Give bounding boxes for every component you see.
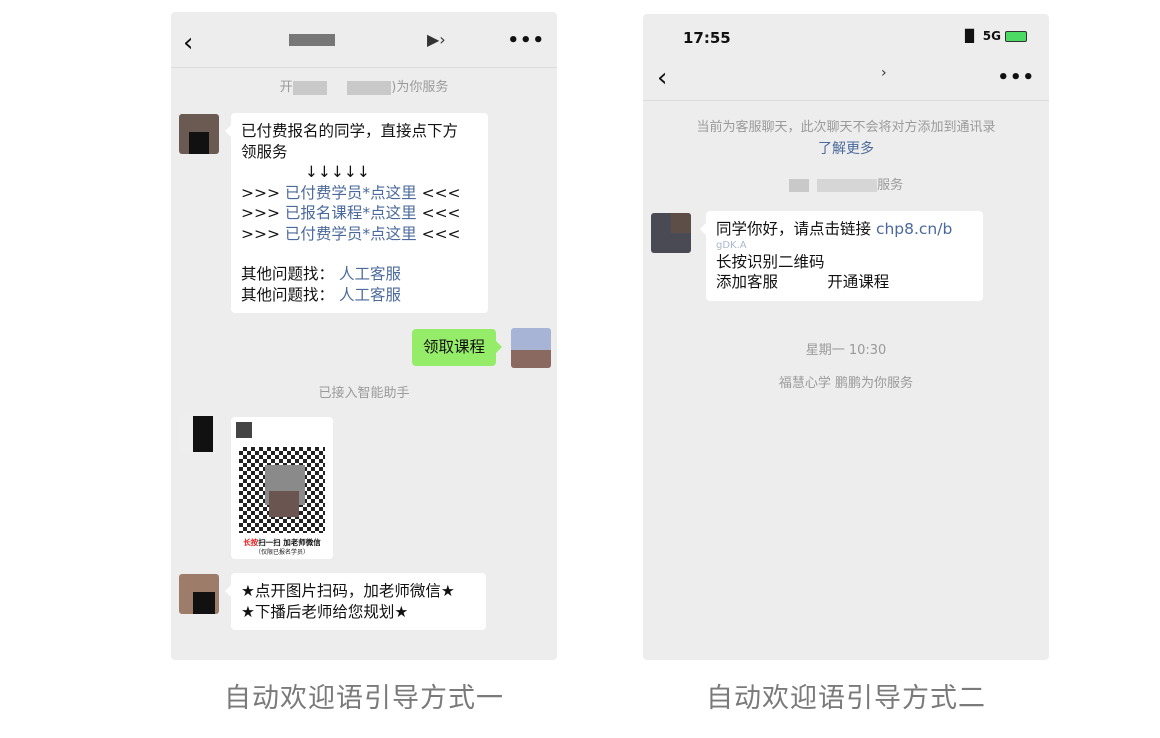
status-icons: ▐▌ 5G (960, 29, 1027, 43)
customer-service-notice: 当前为客服聊天，此次聊天不会将对方添加到通讯录 (696, 120, 996, 135)
qr-code-image[interactable]: 长按扫一扫 加老师微信 （仅限已报名学员） (231, 417, 333, 559)
chat-screen-left: ‹ ▶› ••• 开 )为你服务 已付费报名的同学，直接点下方 领服务 ↓↓↓↓… (171, 12, 557, 660)
signal-bars-icon: ▐▌ (960, 29, 979, 43)
caption-left: 自动欢迎语引导方式一 (224, 683, 504, 714)
paid-student-link[interactable]: 已付费学员*点这里 (285, 184, 417, 202)
arrows-text: ↓↓↓↓↓ (305, 163, 370, 181)
assistant-notice: 已接入智能助手 (318, 386, 410, 401)
learn-more-link[interactable]: 了解更多 (643, 138, 1049, 158)
message-text: 长按识别二维码 (716, 252, 825, 271)
battery-charging-icon (1005, 30, 1027, 42)
more-dots-icon[interactable]: ••• (507, 30, 545, 51)
service-notice: 开 )为你服务 (279, 80, 449, 95)
short-link[interactable]: chp8.cn/b (876, 220, 952, 238)
timestamp: 星期一 10:30 (805, 343, 887, 358)
other-row: 其他问题找： 人工客服 (241, 285, 401, 304)
short-link-continued[interactable]: gDK.A (716, 240, 973, 252)
reply-bubble: 领取课程 (412, 329, 503, 366)
avatar[interactable] (179, 114, 219, 154)
message-text: ★下播后老师给您规划★ (241, 602, 409, 621)
welcome-message-bubble: 已付费报名的同学，直接点下方 领服务 ↓↓↓↓↓ >>> 已付费学员*点这里 <… (225, 113, 488, 313)
reply-text: 领取课程 (423, 338, 486, 356)
service-notice: 服务 (643, 174, 1049, 193)
link-row: >>> 已报名课程*点这里 <<< (241, 204, 461, 222)
human-support-link[interactable]: 人工客服 (339, 265, 401, 283)
message-text: 同学你好，请点击链接 chp8.cn/b (716, 220, 953, 238)
paid-student-link[interactable]: 已付费学员*点这里 (285, 225, 417, 243)
message-text: 添加客服 开通课程 (716, 273, 890, 291)
redacted-title (289, 34, 335, 46)
more-dots-icon[interactable]: ••• (997, 67, 1035, 88)
message-text: 领服务 (241, 142, 288, 161)
chat-nav-bar: ‹ › ••• (643, 57, 1049, 101)
chat-nav-bar: ‹ ▶› ••• (171, 12, 557, 68)
message-text: 已付费报名的同学，直接点下方 (241, 122, 459, 140)
avatar[interactable] (179, 574, 219, 614)
chat-screen-right: 17:55 ▐▌ 5G ‹ › ••• 当前为客服聊天，此次聊天不会将对方添加到… (643, 14, 1049, 660)
avatar[interactable] (651, 213, 691, 253)
message-text: ★点开图片扫码，加老师微信★ (241, 582, 455, 600)
avatar[interactable] (179, 414, 219, 454)
network-label: 5G (982, 29, 1001, 43)
enrolled-course-link[interactable]: 已报名课程*点这里 (285, 204, 417, 222)
welcome-message-bubble: 同学你好，请点击链接 chp8.cn/b gDK.A 长按识别二维码 添加客服 … (700, 211, 983, 301)
ear-icon: ▶› (427, 30, 446, 49)
human-support-link[interactable]: 人工客服 (339, 286, 401, 304)
qr-subcaption: （仅限已报名学员） (254, 549, 309, 556)
service-provider-notice: 福慧心学 鹏鹏为你服务 (778, 376, 914, 391)
link-row: >>> 已付费学员*点这里 <<< (241, 183, 461, 202)
back-chevron-icon[interactable]: ‹ (657, 63, 667, 93)
other-row: 其他问题找： 人工客服 (241, 265, 401, 283)
link-row: >>> 已付费学员*点这里 <<< (241, 224, 461, 243)
back-chevron-icon[interactable]: ‹ (183, 28, 193, 58)
instruction-bubble: ★点开图片扫码，加老师微信★ ★下播后老师给您规划★ (225, 573, 486, 630)
ear-icon: › (881, 65, 887, 81)
caption-right: 自动欢迎语引导方式二 (706, 683, 986, 714)
user-avatar[interactable] (511, 328, 551, 368)
status-time: 17:55 (683, 29, 731, 47)
qr-pattern (239, 447, 325, 533)
